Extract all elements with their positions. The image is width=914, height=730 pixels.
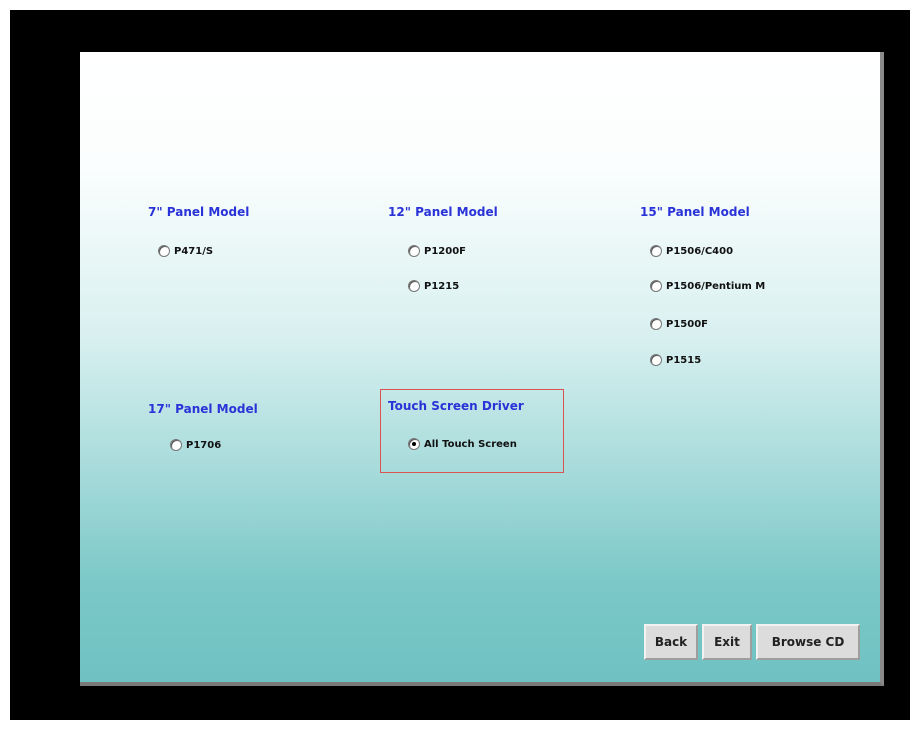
section-title-15-panel: 15" Panel Model [640,205,750,219]
section-title-17-panel: 17" Panel Model [148,402,258,416]
radio-option-p471s[interactable]: P471/S [158,245,213,257]
radio-option-p1200f[interactable]: P1200F [408,245,466,257]
radio-label: P1215 [424,280,460,292]
exit-button[interactable]: Exit [702,624,752,660]
radio-label: P1506/Pentium M [666,280,766,292]
radio-label: P1500F [666,318,708,330]
radio-icon[interactable] [408,245,420,257]
radio-icon[interactable] [650,280,662,292]
browse-cd-button[interactable]: Browse CD [756,624,860,660]
radio-label: P1515 [666,354,702,366]
section-title-12-panel: 12" Panel Model [388,205,498,219]
section-title-7-panel: 7" Panel Model [148,205,250,219]
radio-label: P1200F [424,245,466,257]
radio-icon[interactable] [408,280,420,292]
radio-option-p1506-pentium-m[interactable]: P1506/Pentium M [650,280,765,292]
radio-icon[interactable] [650,245,662,257]
radio-option-p1515[interactable]: P1515 [650,354,701,366]
radio-icon[interactable] [650,318,662,330]
radio-label: P1706 [186,439,222,451]
radio-option-p1500f[interactable]: P1500F [650,318,708,330]
radio-label: P1506/C400 [666,245,734,257]
radio-icon[interactable] [650,354,662,366]
radio-label: All Touch Screen [424,438,517,450]
back-button[interactable]: Back [644,624,698,660]
radio-selected-icon[interactable] [408,438,420,450]
radio-label: P471/S [174,245,214,257]
radio-option-all-touch-screen[interactable]: All Touch Screen [408,438,517,450]
radio-option-p1215[interactable]: P1215 [408,280,459,292]
section-title-touch-driver: Touch Screen Driver [388,399,524,413]
radio-icon[interactable] [170,439,182,451]
radio-option-p1506-c400[interactable]: P1506/C400 [650,245,733,257]
installer-panel [80,52,884,686]
radio-icon[interactable] [158,245,170,257]
radio-option-p1706[interactable]: P1706 [170,439,221,451]
